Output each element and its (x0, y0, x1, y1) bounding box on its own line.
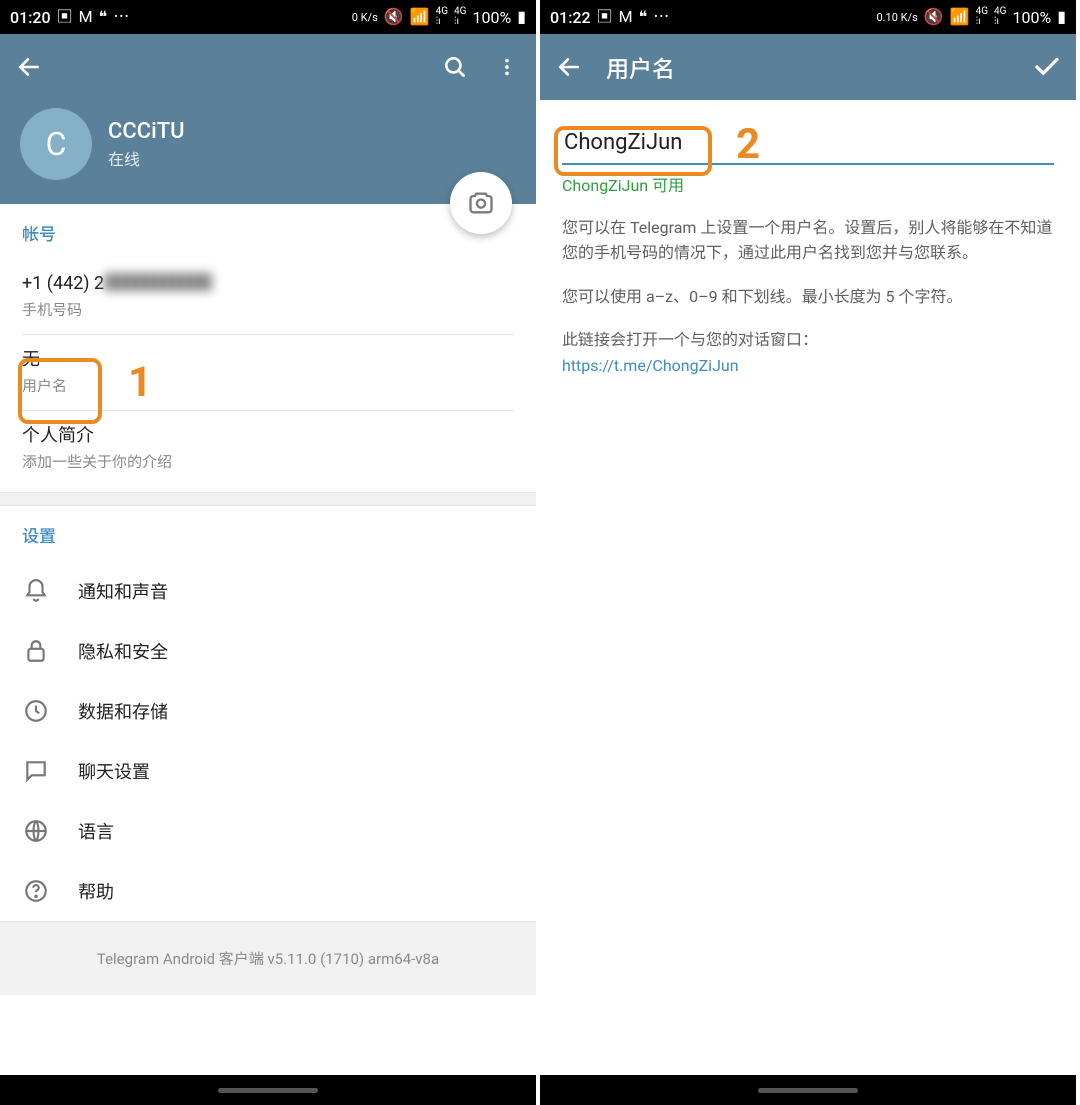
settings-row-data[interactable]: 数据和存储 (0, 681, 536, 741)
globe-icon (22, 817, 50, 845)
phone-row[interactable]: +1 (442) 2██████ 手机号码 (22, 259, 514, 334)
profile-name: CCCiTU (108, 119, 185, 144)
nav-home[interactable] (758, 1080, 858, 1100)
mail-icon: M (79, 9, 93, 25)
chat-icon (22, 757, 50, 785)
settings-screen: 01:20 ▣ M ❝ ⋯ 0 K/s 🔇 📶 4G⫶ı 4G⫶ı 100% ▮ (0, 0, 540, 1105)
settings-row-chat[interactable]: 聊天设置 (0, 741, 536, 801)
android-navbar (0, 1075, 536, 1105)
search-icon[interactable] (440, 52, 470, 82)
nav-back[interactable] (397, 1080, 497, 1100)
annotation-number-1: 1 (128, 358, 152, 407)
net-speed: 0.10 K/s (876, 12, 917, 23)
wifi-icon: 📶 (410, 9, 430, 25)
camera-fab[interactable] (450, 172, 512, 234)
hangouts-icon: ❝ (99, 9, 108, 25)
battery-text: 100% (1012, 8, 1051, 27)
username-screen: 01:22 ▣ M ❝ ⋯ 0.10 K/s 🔇 📶 4G⫶ı 4G⫶ı 100… (540, 0, 1080, 1105)
version-text: Telegram Android 客户端 v5.11.0 (1710) arm6… (0, 921, 536, 995)
more-icon[interactable] (492, 52, 522, 82)
header: 用户名 (540, 34, 1076, 100)
status-bar: 01:22 ▣ M ❝ ⋯ 0.10 K/s 🔇 📶 4G⫶ı 4G⫶ı 100… (540, 0, 1076, 34)
back-icon[interactable] (14, 52, 44, 82)
section-gap (0, 492, 536, 506)
header: C CCCiTU 在线 (0, 34, 536, 204)
annotation-box-1 (18, 358, 102, 424)
settings-item-label: 帮助 (78, 878, 114, 904)
settings-item-label: 通知和声音 (78, 578, 168, 604)
signal-4g-icon-2: 4G⫶ı (454, 7, 466, 27)
settings-section: 设置 (0, 506, 536, 547)
wifi-icon: 📶 (950, 9, 970, 25)
settings-row-notifications[interactable]: 通知和声音 (0, 561, 536, 621)
avatar[interactable]: C (20, 108, 92, 180)
clock-icon (22, 697, 50, 725)
profile-header: C CCCiTU 在线 (0, 100, 536, 204)
status-bar: 01:20 ▣ M ❝ ⋯ 0 K/s 🔇 📶 4G⫶ı 4G⫶ı 100% ▮ (0, 0, 536, 34)
desc-paragraph-2: 您可以使用 a–z、0–9 和下划线。最小长度为 5 个字符。 (562, 284, 1054, 310)
profile-status: 在线 (108, 146, 185, 170)
signal-4g-icon: 4G⫶ı (976, 7, 988, 27)
mail-icon: M (619, 9, 633, 25)
more-notifications-icon: ⋯ (113, 9, 129, 25)
nav-recents[interactable] (39, 1080, 139, 1100)
more-notifications-icon: ⋯ (653, 9, 669, 25)
annotation-number-2: 2 (736, 120, 760, 169)
hangouts-icon: ❝ (639, 9, 648, 25)
availability-text: ChongZiJun 可用 (562, 173, 1054, 199)
settings-row-language[interactable]: 语言 (0, 801, 536, 861)
nav-back[interactable] (937, 1080, 1037, 1100)
settings-item-label: 隐私和安全 (78, 638, 168, 664)
settings-section-title: 设置 (22, 522, 514, 547)
battery-icon: ▮ (517, 9, 526, 25)
desc-paragraph-3: 此链接会打开一个与您的对话窗口： (562, 327, 1054, 353)
bell-icon (22, 577, 50, 605)
status-time: 01:22 (550, 8, 591, 27)
back-icon[interactable] (554, 52, 584, 82)
mute-icon: 🔇 (924, 9, 944, 25)
settings-row-privacy[interactable]: 隐私和安全 (0, 621, 536, 681)
mute-icon: 🔇 (384, 9, 404, 25)
account-section-title: 帐号 (22, 220, 514, 245)
net-speed: 0 K/s (352, 12, 378, 23)
image-icon: ▣ (597, 9, 613, 25)
nav-home[interactable] (218, 1080, 318, 1100)
settings-row-help[interactable]: 帮助 (0, 861, 536, 921)
signal-4g-icon: 4G⫶ı (436, 7, 448, 27)
header-title: 用户名 (606, 50, 1010, 84)
phone-label: 手机号码 (22, 299, 514, 320)
nav-recents[interactable] (579, 1080, 679, 1100)
profile-link[interactable]: https://t.me/ChongZiJun (562, 353, 1054, 379)
annotation-box-2 (554, 126, 712, 176)
battery-icon: ▮ (1057, 9, 1066, 25)
desc-paragraph-1: 您可以在 Telegram 上设置一个用户名。设置后，别人将能够在不知道您的手机… (562, 215, 1054, 266)
android-navbar (540, 1075, 1076, 1105)
bio-value: 个人简介 (22, 421, 514, 447)
battery-text: 100% (472, 8, 511, 27)
settings-item-label: 数据和存储 (78, 698, 168, 724)
help-icon (22, 877, 50, 905)
account-section: 帐号 +1 (442) 2██████ 手机号码 无 用户名 个人简介 添加一些… (0, 204, 536, 492)
settings-item-label: 语言 (78, 818, 114, 844)
username-info: ChongZiJun 可用 您可以在 Telegram 上设置一个用户名。设置后… (540, 173, 1076, 379)
status-time: 01:20 (10, 8, 51, 27)
settings-item-label: 聊天设置 (78, 758, 150, 784)
image-icon: ▣ (57, 9, 73, 25)
signal-4g-icon-2: 4G⫶ı (994, 7, 1006, 27)
lock-icon (22, 637, 50, 665)
bio-label: 添加一些关于你的介绍 (22, 451, 514, 472)
confirm-icon[interactable] (1032, 52, 1062, 82)
phone-value: +1 (442) 2██████ (22, 269, 514, 295)
